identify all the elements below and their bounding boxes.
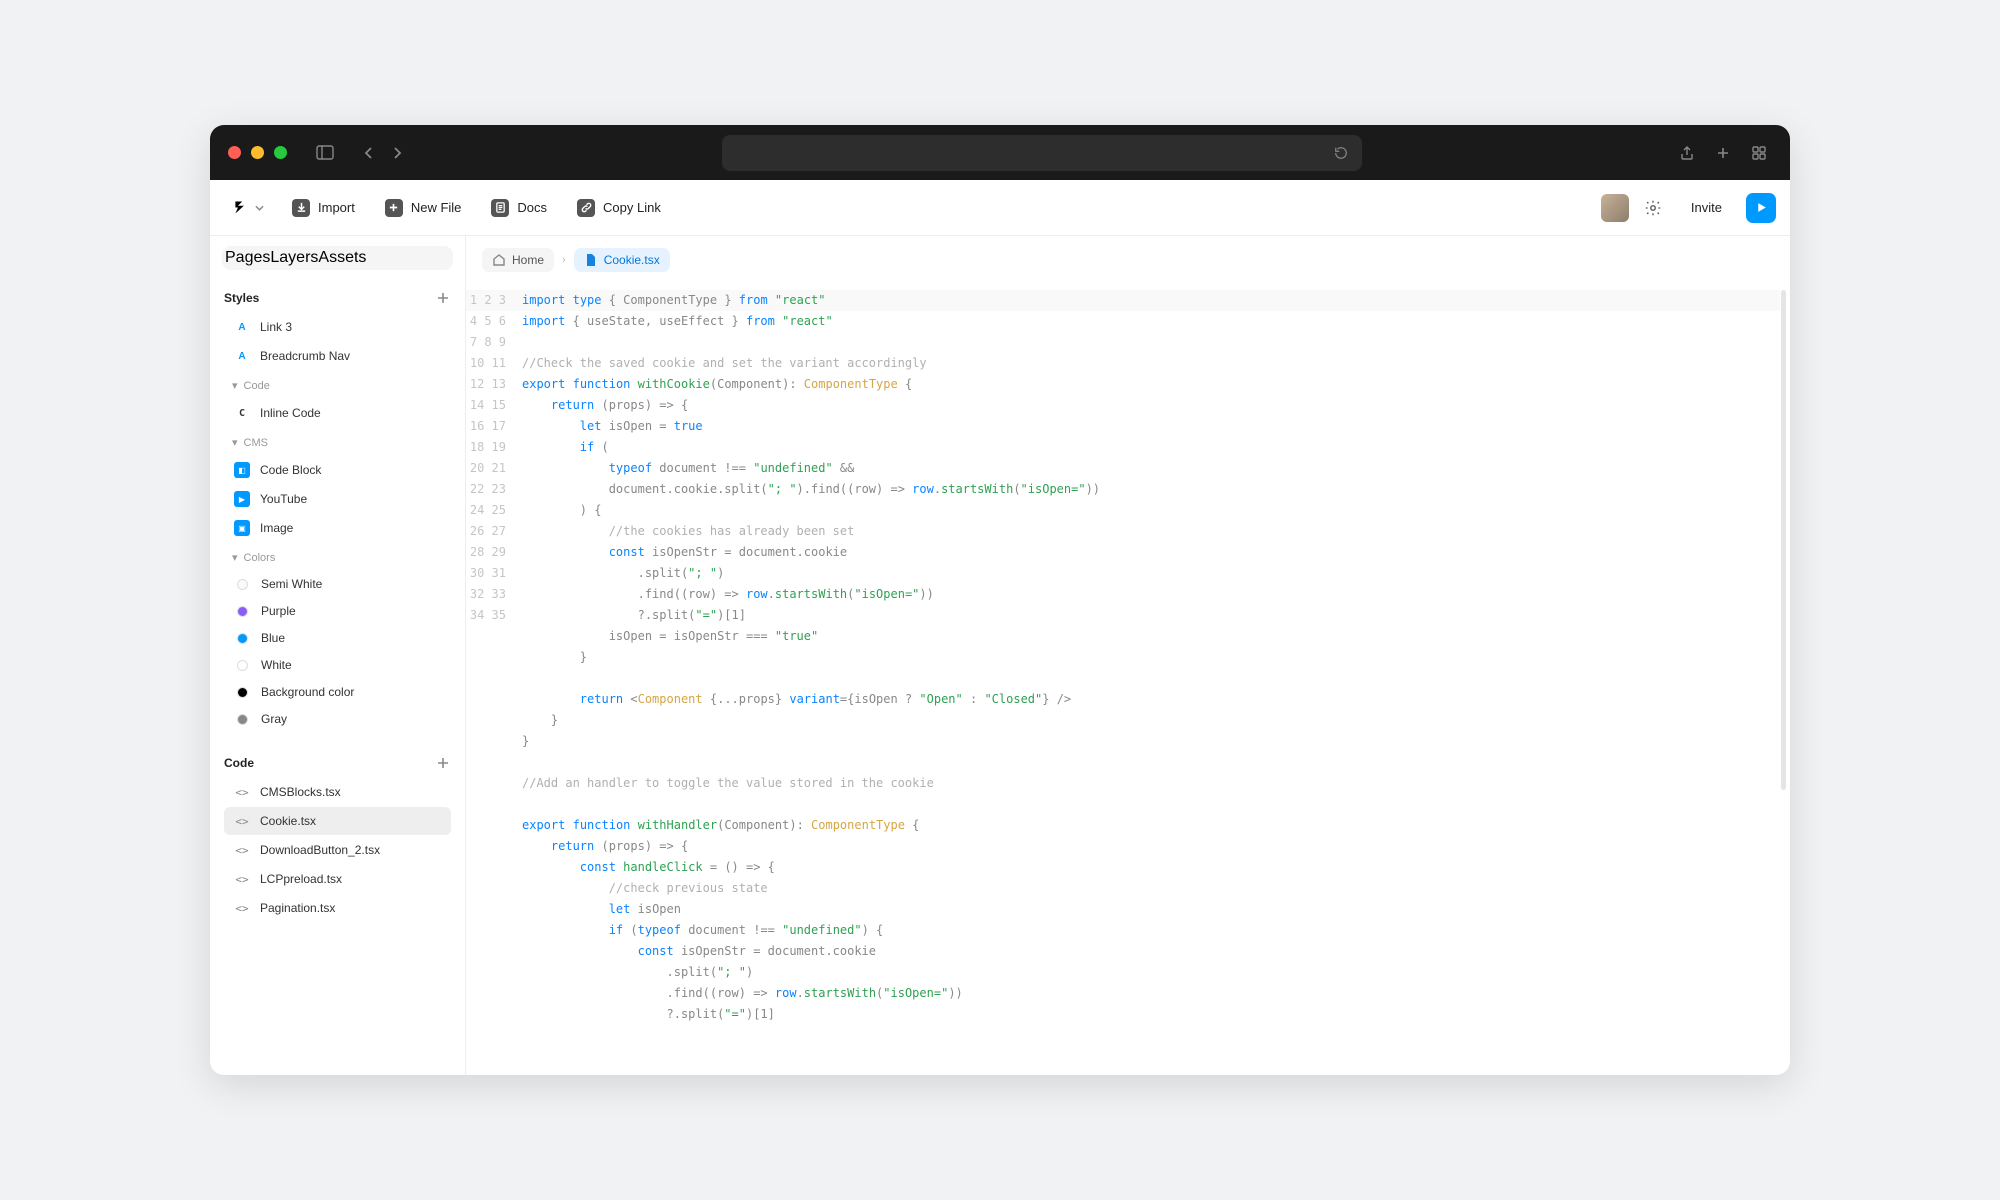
settings-button[interactable] — [1639, 194, 1667, 222]
color-gray[interactable]: Gray — [224, 706, 451, 732]
brackets-icon: <> — [234, 900, 250, 916]
import-icon — [292, 199, 310, 217]
newfile-icon — [385, 199, 403, 217]
swatch-icon — [237, 687, 248, 698]
code-file-item[interactable]: <>DownloadButton_2.tsx — [224, 836, 451, 864]
swatch-icon — [237, 660, 248, 671]
breadcrumb-file[interactable]: Cookie.tsx — [574, 248, 670, 272]
code-file-item[interactable]: <>LCPpreload.tsx — [224, 865, 451, 893]
component-icon: ◧ — [234, 462, 250, 478]
tab-layers[interactable]: Layers — [270, 249, 318, 267]
invite-button[interactable]: Invite — [1677, 193, 1736, 222]
style-image[interactable]: ▣Image — [224, 514, 451, 542]
color-bgcolor[interactable]: Background color — [224, 679, 451, 705]
new-tab-icon[interactable] — [1710, 140, 1736, 166]
newfile-button[interactable]: New File — [375, 192, 472, 224]
code-style-icon: C — [234, 405, 250, 421]
code-editor[interactable]: 1 2 3 4 5 6 7 8 9 10 11 12 13 14 15 16 1… — [466, 284, 1790, 1075]
forward-icon[interactable] — [384, 140, 410, 166]
color-purple[interactable]: Purple — [224, 598, 451, 624]
window-controls — [228, 146, 287, 159]
docs-button[interactable]: Docs — [481, 192, 557, 224]
brackets-icon: <> — [234, 784, 250, 800]
titlebar — [210, 125, 1790, 180]
avatar[interactable] — [1601, 194, 1629, 222]
group-cms[interactable]: ▾CMS — [224, 428, 451, 455]
minimize-dot[interactable] — [251, 146, 264, 159]
app-menu-button[interactable] — [224, 193, 272, 222]
code-file-item[interactable]: <>CMSBlocks.tsx — [224, 778, 451, 806]
code-files-list: <>CMSBlocks.tsx<>Cookie.tsx<>DownloadBut… — [224, 778, 451, 922]
docs-label: Docs — [517, 200, 547, 215]
import-label: Import — [318, 200, 355, 215]
code-content[interactable]: import type { ComponentType } from "reac… — [522, 290, 1790, 1075]
style-breadcrumb[interactable]: ABreadcrumb Nav — [224, 342, 451, 370]
copylink-label: Copy Link — [603, 200, 661, 215]
app-logo-icon — [232, 199, 249, 216]
tab-pages[interactable]: Pages — [225, 249, 270, 267]
preview-button[interactable] — [1746, 193, 1776, 223]
code-heading: Code — [224, 756, 254, 770]
share-icon[interactable] — [1674, 140, 1700, 166]
line-gutter: 1 2 3 4 5 6 7 8 9 10 11 12 13 14 15 16 1… — [466, 290, 522, 1075]
home-icon — [492, 253, 506, 267]
swatch-icon — [237, 714, 248, 725]
style-code-block[interactable]: ◧Code Block — [224, 456, 451, 484]
text-style-icon: A — [234, 319, 250, 335]
add-style-icon[interactable] — [435, 290, 451, 306]
panel-tabs: Pages Layers Assets — [222, 246, 453, 270]
maximize-dot[interactable] — [274, 146, 287, 159]
brackets-icon: <> — [234, 813, 250, 829]
docs-icon — [491, 199, 509, 217]
breadcrumb: Home › Cookie.tsx — [466, 236, 1790, 284]
swatch-icon — [237, 579, 248, 590]
add-code-icon[interactable] — [435, 755, 451, 771]
brackets-icon: <> — [234, 842, 250, 858]
copylink-icon — [577, 199, 595, 217]
swatch-icon — [237, 606, 248, 617]
style-youtube[interactable]: ▶YouTube — [224, 485, 451, 513]
chevron-down-icon — [255, 205, 264, 211]
back-icon[interactable] — [356, 140, 382, 166]
tab-assets[interactable]: Assets — [318, 249, 366, 267]
gear-icon — [1644, 199, 1662, 217]
style-link3[interactable]: ALink 3 — [224, 313, 451, 341]
file-icon — [584, 253, 598, 267]
side-panel: Pages Layers Assets Styles ALink 3 ABrea… — [210, 236, 466, 1075]
color-white[interactable]: White — [224, 652, 451, 678]
tabs-grid-icon[interactable] — [1746, 140, 1772, 166]
color-semiwhite[interactable]: Semi White — [224, 571, 451, 597]
refresh-icon[interactable] — [1334, 146, 1348, 160]
component-icon: ▣ — [234, 520, 250, 536]
close-dot[interactable] — [228, 146, 241, 159]
copylink-button[interactable]: Copy Link — [567, 192, 671, 224]
text-style-icon: A — [234, 348, 250, 364]
url-bar[interactable] — [722, 135, 1362, 171]
code-file-item[interactable]: <>Pagination.tsx — [224, 894, 451, 922]
group-code[interactable]: ▾Code — [224, 371, 451, 398]
newfile-label: New File — [411, 200, 462, 215]
sidebar-toggle-icon[interactable] — [312, 140, 338, 166]
color-blue[interactable]: Blue — [224, 625, 451, 651]
component-icon: ▶ — [234, 491, 250, 507]
breadcrumb-home[interactable]: Home — [482, 248, 554, 272]
group-colors[interactable]: ▾Colors — [224, 543, 451, 570]
style-inline-code[interactable]: CInline Code — [224, 399, 451, 427]
brackets-icon: <> — [234, 871, 250, 887]
chevron-right-icon: › — [562, 254, 566, 266]
styles-heading: Styles — [224, 291, 259, 305]
import-button[interactable]: Import — [282, 192, 365, 224]
swatch-icon — [237, 633, 248, 644]
play-icon — [1755, 201, 1768, 214]
code-file-item[interactable]: <>Cookie.tsx — [224, 807, 451, 835]
app-toolbar: Import New File Docs Copy Link Invite — [210, 180, 1790, 236]
